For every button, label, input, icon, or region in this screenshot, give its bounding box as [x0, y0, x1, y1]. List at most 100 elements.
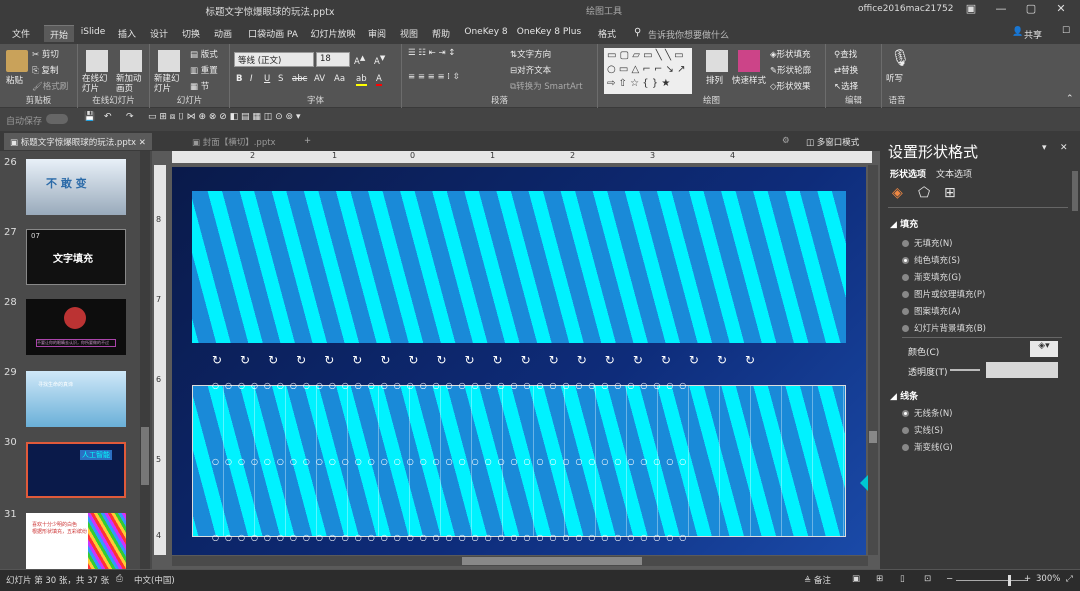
vertical-scrollbar[interactable] — [868, 165, 878, 555]
shapes-gallery[interactable]: ▭ ▢ ▱ ▭ ╲ ╲ ▭ ○ ▭ △ ⌐ ⌐ ↘ ↗ ⇨ ⇧ ☆ { } ★ — [604, 48, 692, 94]
new-animation-button[interactable]: 新加动画页 — [116, 74, 148, 94]
copy-button[interactable]: ⎘ 复制 — [32, 64, 59, 76]
fill-option-gradient[interactable]: 渐变填充(G) — [902, 271, 961, 283]
reset-button[interactable]: ▥ 重置 — [190, 64, 218, 76]
tab-insert[interactable]: 插入 — [114, 25, 140, 42]
normal-view-icon[interactable]: ▣ — [852, 574, 860, 584]
resize-handles-mid[interactable]: ○○○○○○○○○○○○○○○○○○○○○○○○○○○○○○○○○○○○○ — [212, 457, 832, 465]
tab-file[interactable]: 文件 — [8, 25, 34, 42]
slide-thumbnail-31[interactable]: 喜欢十分少明的白色 根据形状填充，五彩缤纷 — [26, 513, 126, 569]
tab-help[interactable]: 帮助 — [428, 25, 454, 42]
new-tab-icon[interactable]: + — [298, 133, 317, 150]
align-text-button[interactable]: ⊟对齐文本 — [510, 64, 551, 76]
notes-button[interactable]: ≜ 备注 — [804, 574, 831, 586]
underline-icon[interactable]: U — [264, 74, 270, 84]
close-icon[interactable]: ✕ — [1060, 143, 1068, 153]
settings-icon[interactable]: ⚙ — [776, 133, 796, 150]
slide-thumbnail-30[interactable]: 人工智能 — [26, 442, 126, 498]
fill-option-picture[interactable]: 图片或纹理填充(P) — [902, 288, 985, 300]
slide-canvas[interactable]: ↻↻↻↻↻↻↻↻↻↻↻↻↻↻↻↻↻↻↻↻ ○○○○○○○○○○○○○○○○○○○… — [172, 167, 866, 555]
horizontal-scroll-thumb[interactable] — [462, 557, 642, 565]
slide-thumbnail-27[interactable]: 07 文字填充 — [26, 229, 126, 285]
slide-thumbnail-26[interactable]: 不 敢 变 — [26, 159, 126, 215]
tab-design[interactable]: 设计 — [146, 25, 172, 42]
font-size-combo[interactable]: 18 — [316, 52, 350, 67]
highlight-icon[interactable]: ab — [356, 74, 367, 86]
tab-slideshow[interactable]: 幻灯片放映 — [308, 25, 358, 42]
online-slide-icon[interactable] — [86, 50, 108, 72]
shape-effect-button[interactable]: ◇形状效果 — [770, 80, 811, 92]
redo-icon[interactable]: ↷ — [126, 112, 134, 122]
line-option-gradient[interactable]: 渐变线(G) — [902, 441, 953, 453]
line-option-none[interactable]: 无线条(N) — [902, 407, 953, 419]
resize-handles-top[interactable]: ○○○○○○○○○○○○○○○○○○○○○○○○○○○○○○○○○○○○○ — [212, 381, 832, 389]
tab-home[interactable]: 开始 — [44, 25, 74, 42]
color-picker-button[interactable]: ◈▾ — [1030, 341, 1058, 357]
shrink-font-icon[interactable]: A▼ — [374, 53, 385, 67]
arrange-icon[interactable] — [706, 50, 728, 72]
pane-scroll-thumb[interactable] — [1072, 171, 1078, 211]
tab-format[interactable]: 格式 — [594, 25, 620, 42]
search-icon[interactable]: ⚲ — [634, 27, 641, 38]
zoom-out-icon[interactable]: − — [946, 574, 953, 584]
zoom-level[interactable]: 300% — [1036, 574, 1060, 584]
grow-font-icon[interactable]: A▲ — [354, 53, 365, 67]
maximize-icon[interactable]: ▢ — [1020, 2, 1042, 20]
tab-review[interactable]: 审阅 — [364, 25, 390, 42]
fill-option-pattern[interactable]: 图案填充(A) — [902, 305, 960, 317]
share-icon[interactable]: 👤 — [1012, 27, 1023, 37]
tab-text-options[interactable]: 文本选项 — [936, 167, 972, 180]
paste-icon[interactable] — [6, 50, 28, 72]
rotate-handles[interactable]: ↻↻↻↻↻↻↻↻↻↻↻↻↻↻↻↻↻↻↻↻ — [212, 353, 832, 369]
text-direction-button[interactable]: ⇅文字方向 — [510, 48, 551, 60]
new-slide-button[interactable]: 新建幻灯片 — [154, 74, 186, 94]
fill-option-none[interactable]: 无填充(N) — [902, 237, 953, 249]
tab-transitions[interactable]: 切换 — [178, 25, 204, 42]
line-section-header[interactable]: ◢ 线条 — [890, 389, 918, 402]
multi-window-button[interactable]: ◫ 多窗口模式 — [800, 133, 865, 150]
online-slide-button[interactable]: 在线幻灯片 — [82, 74, 114, 94]
horizontal-scrollbar[interactable] — [172, 556, 868, 566]
section-button[interactable]: ▦ 节 — [190, 80, 209, 92]
smartart-button[interactable]: ⧉转换为 SmartArt — [510, 80, 583, 92]
shape-outline-button[interactable]: ✎形状轮廓 — [770, 64, 811, 76]
strikethrough-icon[interactable]: abc — [292, 74, 307, 84]
paste-button[interactable]: 粘贴 — [6, 74, 23, 86]
qat-tools[interactable]: ▭ ⊞ ⧈ ⌷ ⋈ ⊕ ⊗ ⊘ ◧ ▤ ▦ ◫ ⊙ ⊚ ▾ — [148, 112, 300, 122]
slide-thumbnail-28[interactable]: 不要让你的眼睛去认识，你所要做的不过 — [26, 299, 126, 355]
replace-button[interactable]: ⇄替换 — [834, 64, 858, 76]
bullets-icon[interactable]: ☰ ☷ ⇤ ⇥ ↕ — [408, 48, 455, 58]
save-icon[interactable]: 💾 — [84, 112, 95, 122]
chevron-down-icon[interactable]: ▾ — [1042, 143, 1047, 153]
vertical-scroll-thumb[interactable] — [869, 431, 877, 443]
case-icon[interactable]: Aa — [334, 74, 345, 84]
slideshow-icon[interactable]: ⊡ — [924, 574, 931, 584]
zoom-slider-thumb[interactable] — [1008, 575, 1011, 586]
reading-view-icon[interactable]: ▯ — [900, 574, 905, 584]
language-status[interactable]: 中文(中国) — [134, 574, 175, 586]
layout-button[interactable]: ▤ 版式 — [190, 48, 218, 60]
new-slide-icon[interactable] — [158, 50, 180, 72]
tab-shape-options[interactable]: 形状选项 — [890, 167, 926, 180]
fill-section-header[interactable]: ◢ 填充 — [890, 217, 918, 230]
dictate-button[interactable]: 听写 — [886, 72, 903, 84]
find-button[interactable]: ⚲查找 — [834, 48, 857, 60]
microphone-icon[interactable]: 🎙 — [890, 48, 910, 67]
collapse-ribbon-icon[interactable]: ⌃ — [1066, 94, 1074, 104]
shape-fill-button[interactable]: ◈形状填充 — [770, 48, 811, 60]
bold-icon[interactable]: B — [236, 74, 242, 84]
spacing-icon[interactable]: AV — [314, 74, 325, 84]
tab-view[interactable]: 视图 — [396, 25, 422, 42]
zoom-slider[interactable] — [956, 580, 1028, 581]
tab-onekey8-plus[interactable]: OneKey 8 Plus — [516, 25, 582, 42]
tab-onekey8[interactable]: OneKey 8 — [462, 25, 510, 42]
arrange-button[interactable]: 排列 — [706, 74, 723, 86]
tab-animations[interactable]: 动画 — [210, 25, 236, 42]
select-button[interactable]: ↖选择 — [834, 80, 858, 92]
resize-handles-bottom[interactable]: ○○○○○○○○○○○○○○○○○○○○○○○○○○○○○○○○○○○○○ — [212, 533, 832, 541]
minimize-icon[interactable]: — — [990, 2, 1012, 20]
tab-islide[interactable]: iSlide — [78, 25, 108, 42]
line-option-solid[interactable]: 实线(S) — [902, 424, 943, 436]
transparency-slider[interactable] — [950, 369, 980, 371]
fill-option-background[interactable]: 幻灯片背景填充(B) — [902, 322, 986, 334]
